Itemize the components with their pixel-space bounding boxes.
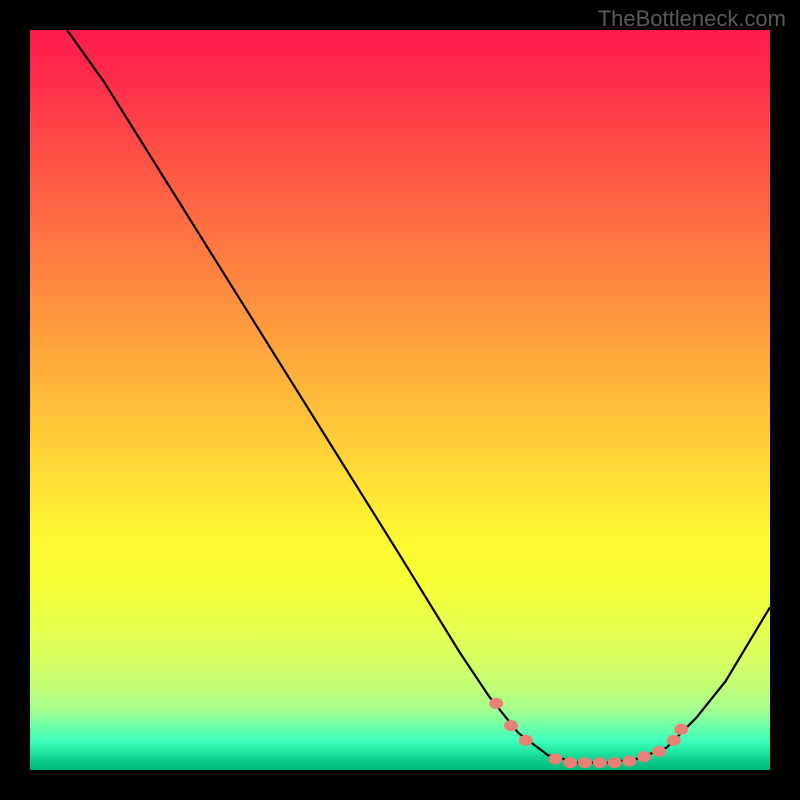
- marker-dot: [608, 757, 622, 768]
- marker-dot: [563, 757, 577, 768]
- marker-dot: [622, 756, 636, 767]
- marker-dot: [504, 720, 518, 731]
- marker-dot: [674, 724, 688, 735]
- marker-dot: [578, 757, 592, 768]
- chart-svg: [30, 30, 770, 770]
- marker-dot: [637, 751, 651, 762]
- marker-dot: [667, 735, 681, 746]
- marker-dot: [489, 698, 503, 709]
- marker-dot: [652, 746, 666, 757]
- curve-line: [67, 30, 770, 763]
- marker-dot: [548, 753, 562, 764]
- marker-dot: [519, 735, 533, 746]
- chart-plot-area: [30, 30, 770, 770]
- marker-dot: [593, 757, 607, 768]
- watermark-text: TheBottleneck.com: [598, 6, 786, 32]
